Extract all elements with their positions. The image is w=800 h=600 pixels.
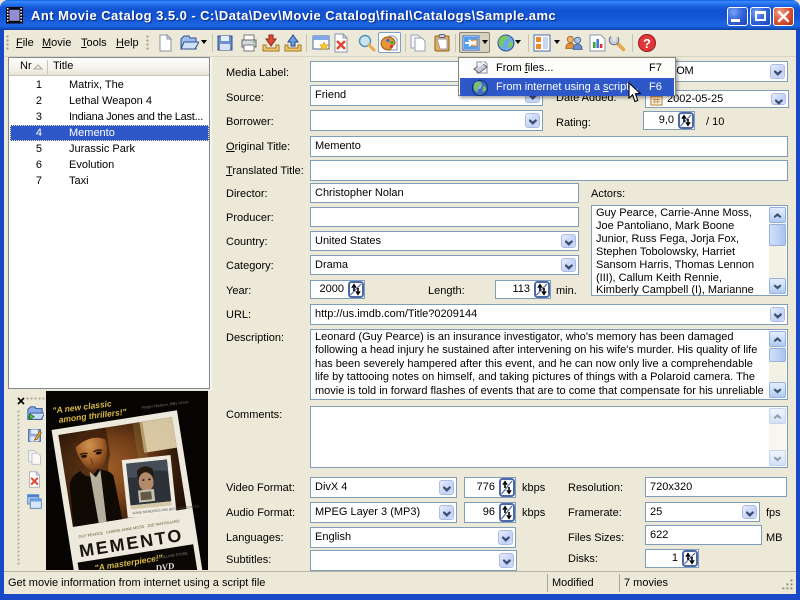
svg-text:?: ? [643,36,651,51]
